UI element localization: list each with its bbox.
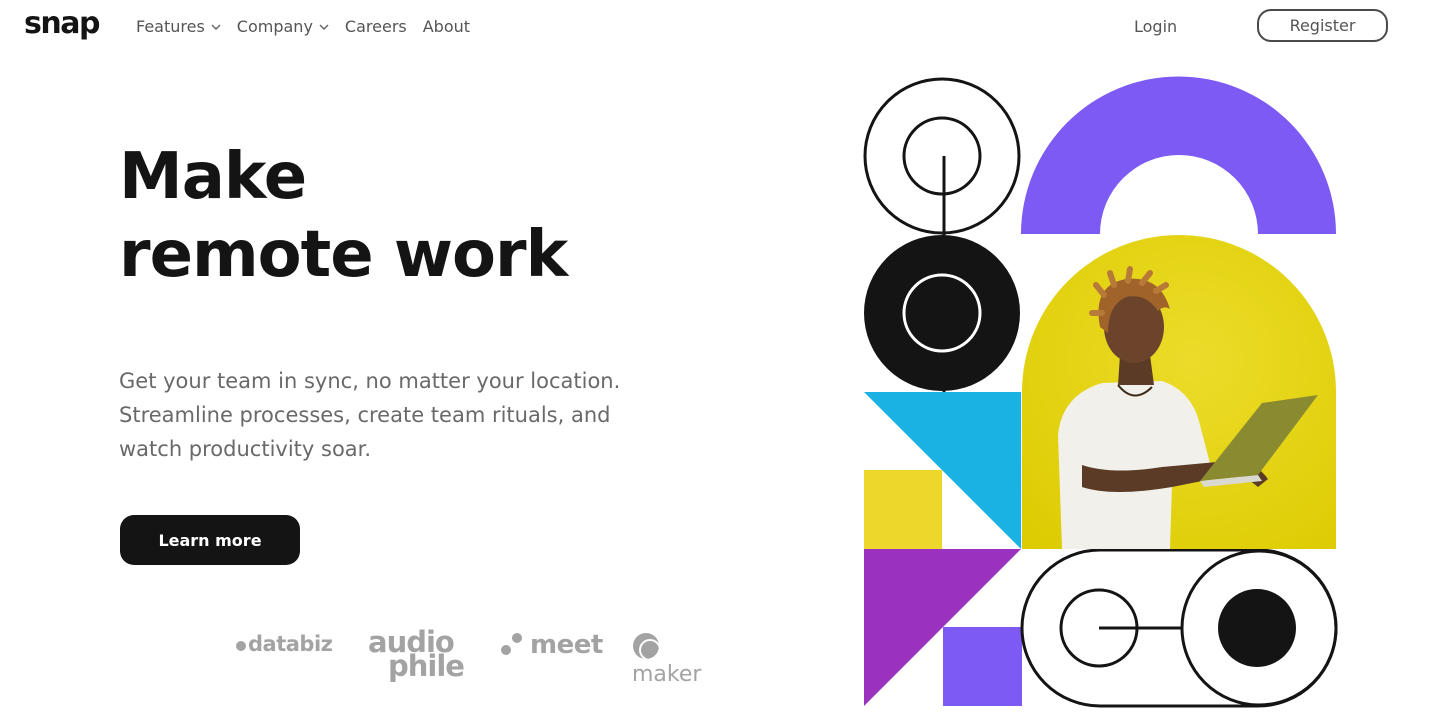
inner-circle-shape xyxy=(902,116,982,196)
nav-item-about[interactable]: About xyxy=(423,17,470,36)
databiz-logo: databiz xyxy=(236,632,333,656)
databiz-logo-text: databiz xyxy=(248,632,333,656)
nav-item-company[interactable]: Company xyxy=(237,17,329,36)
nav-item-features[interactable]: Features xyxy=(136,17,221,36)
nav-item-careers[interactable]: Careers xyxy=(345,17,407,36)
yellow-square-shape xyxy=(864,470,942,549)
hero-description-line: Streamline processes, create team ritual… xyxy=(119,403,611,427)
hero-title: Make remote work xyxy=(119,138,568,294)
main-nav: Features Company Careers About xyxy=(136,17,470,36)
hero-description: Get your team in sync, no matter your lo… xyxy=(119,364,679,466)
meet-logo-text: meet xyxy=(530,630,603,660)
hero-title-line: remote work xyxy=(119,218,568,292)
cyan-triangle-shape xyxy=(864,392,942,470)
hero-description-line: watch productivity soar. xyxy=(119,437,372,461)
purple-square-shape xyxy=(943,627,1022,706)
person-with-laptop-image xyxy=(1022,235,1336,549)
maker-circles-icon xyxy=(633,633,661,661)
nav-item-label: Company xyxy=(236,17,313,36)
meet-logo: meet xyxy=(500,630,603,660)
hero-description-line: Get your team in sync, no matter your lo… xyxy=(119,369,621,393)
black-dot-shape xyxy=(1218,589,1296,667)
black-circle-shape xyxy=(864,235,1020,391)
hero-title-line: Make xyxy=(119,140,307,214)
maker-logo-text: maker xyxy=(632,662,702,687)
nav-item-label: Careers xyxy=(344,17,407,36)
chevron-down-icon xyxy=(211,23,221,30)
maker-logo: maker xyxy=(632,632,736,687)
learn-more-button[interactable]: Learn more xyxy=(120,515,300,565)
databiz-dot-icon xyxy=(236,641,246,651)
purple-arch-shape xyxy=(1021,76,1336,235)
meet-dots-icon xyxy=(501,633,522,655)
hero-illustration xyxy=(860,74,1340,710)
nav-item-label: About xyxy=(422,17,471,36)
nav-item-label: Features xyxy=(136,17,205,36)
client-logos: databiz audio phile meet maker xyxy=(236,626,736,687)
cyan-block-shape xyxy=(942,392,1021,549)
chevron-down-icon xyxy=(319,23,329,30)
audiophile-logo: audio phile xyxy=(368,628,465,681)
outline-circle-shape xyxy=(863,77,1021,235)
snap-logo[interactable]: snap xyxy=(24,6,100,41)
register-button[interactable]: Register xyxy=(1257,9,1388,42)
login-link[interactable]: Login xyxy=(1134,17,1177,36)
